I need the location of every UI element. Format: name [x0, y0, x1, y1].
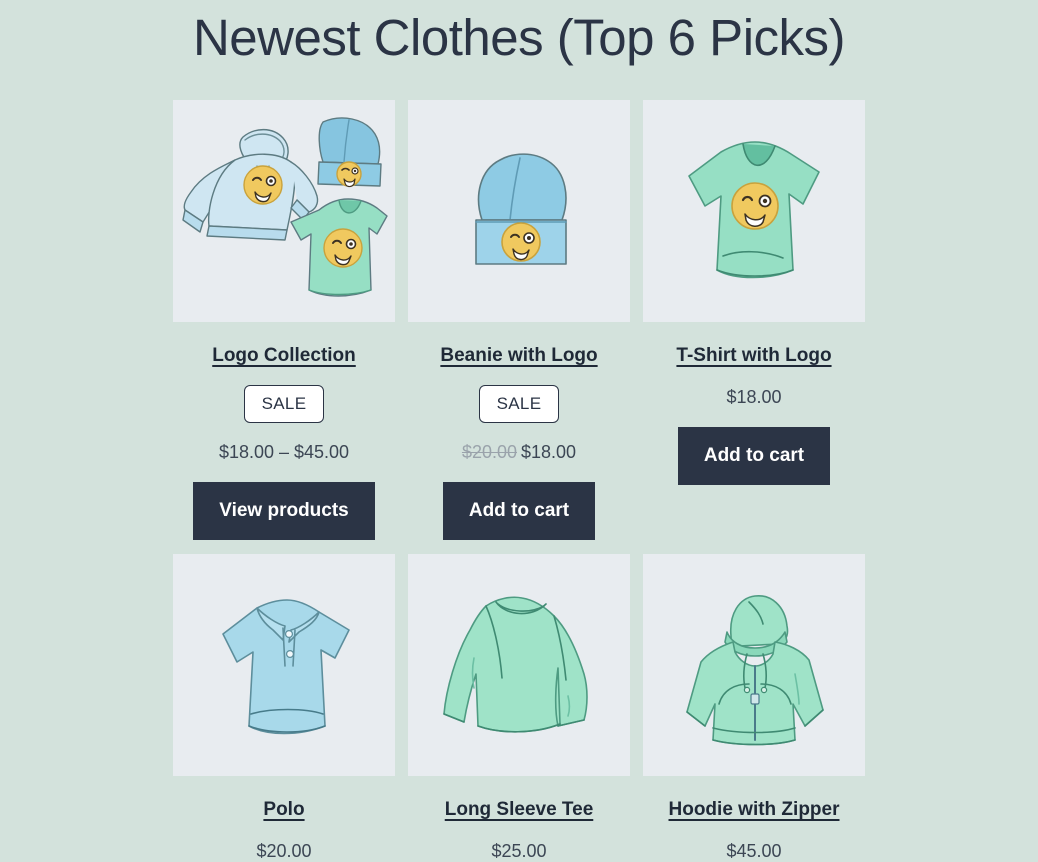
product-title[interactable]: T-Shirt with Logo — [676, 344, 831, 368]
page-title: Newest Clothes (Top 6 Picks) — [192, 9, 846, 66]
product-image-tshirt-with-logo[interactable] — [643, 100, 865, 322]
product-price: $25.00 — [491, 840, 546, 862]
product-card: Polo $20.00 — [173, 554, 395, 862]
product-price: $18.00 – $45.00 — [219, 441, 349, 463]
price-current: $45.00 — [726, 841, 782, 861]
sale-badge: SALE — [478, 385, 560, 423]
price-current: $18.00 – $45.00 — [218, 442, 350, 462]
price-current: $18.00 — [726, 387, 782, 407]
product-image-logo-collection[interactable] — [173, 100, 395, 322]
product-card: Hoodie with Zipper $45.00 — [643, 554, 865, 862]
price-current: $25.00 — [491, 841, 547, 861]
product-title[interactable]: Logo Collection — [212, 344, 356, 368]
product-price: $20.00 — [256, 840, 311, 862]
product-card: Beanie with Logo SALE $20.00 $18.00 Add t… — [408, 100, 630, 540]
add-to-cart-button[interactable]: Add to cart — [442, 482, 596, 540]
product-title[interactable]: Polo — [263, 798, 304, 822]
product-title[interactable]: Beanie with Logo — [440, 344, 597, 368]
product-price: $20.00 $18.00 — [462, 441, 576, 463]
product-image-beanie-with-logo[interactable] — [408, 100, 630, 322]
product-card: Long Sleeve Tee $25.00 — [408, 554, 630, 862]
view-products-button[interactable]: View products — [193, 482, 375, 540]
add-to-cart-button[interactable]: Add to cart — [677, 427, 831, 485]
product-image-polo[interactable] — [173, 554, 395, 776]
product-card: T-Shirt with Logo $18.00 Add to cart — [643, 100, 865, 540]
product-image-long-sleeve-tee[interactable] — [408, 554, 630, 776]
product-title[interactable]: Long Sleeve Tee — [445, 798, 594, 822]
price-original: $20.00 — [461, 442, 517, 462]
price-current: $18.00 — [521, 442, 577, 462]
price-current: $20.00 — [256, 841, 312, 861]
product-card: Logo Collection SALE $18.00 – $45.00 Vie… — [173, 100, 395, 540]
product-price: $18.00 — [726, 386, 781, 408]
product-title[interactable]: Hoodie with Zipper — [669, 798, 840, 822]
product-image-hoodie-with-zipper[interactable] — [643, 554, 865, 776]
product-grid: Logo Collection SALE $18.00 – $45.00 Vie… — [159, 72, 879, 862]
product-price: $45.00 — [726, 840, 781, 862]
sale-badge: SALE — [243, 385, 325, 423]
